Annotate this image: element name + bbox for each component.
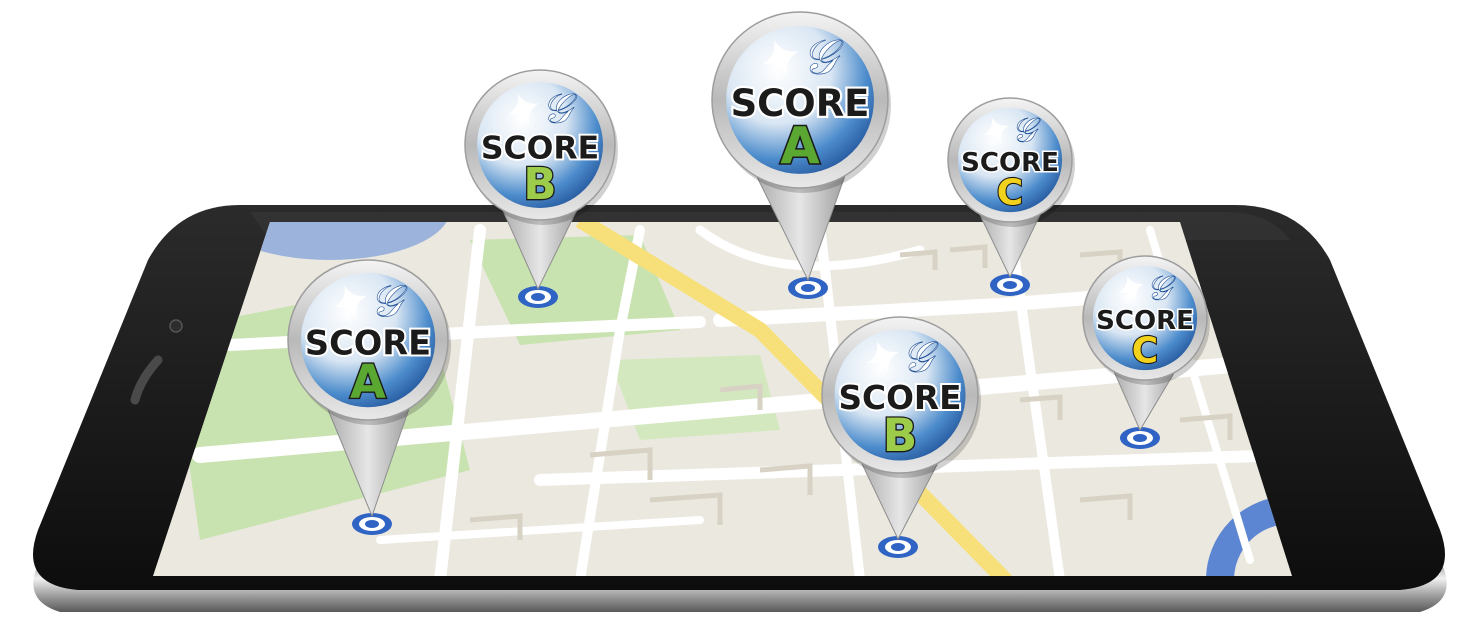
pin-target-dot [891, 543, 905, 551]
pin-grade-letter: C [997, 173, 1023, 214]
front-camera [169, 319, 183, 333]
pin-target-dot [531, 293, 545, 301]
pin-target-dot [365, 520, 379, 528]
pin-grade-letter: C [1132, 331, 1158, 372]
map-phone-illustration: 𝒢SCOREA𝒢SCOREB𝒢SCOREA 𝒢SCOREC𝒢SCOREB𝒢SCOR… [33, 11, 1447, 612]
pin-target-dot [801, 284, 815, 292]
pin-target-dot [1133, 434, 1147, 442]
pin-grade-letter: B [883, 409, 917, 462]
pin-target-dot [1003, 281, 1017, 289]
pin-grade-letter: A [780, 117, 820, 176]
pin-grade-letter: B [523, 160, 556, 210]
pin-grade-letter: A [350, 355, 386, 409]
map-park-center [610, 355, 780, 440]
